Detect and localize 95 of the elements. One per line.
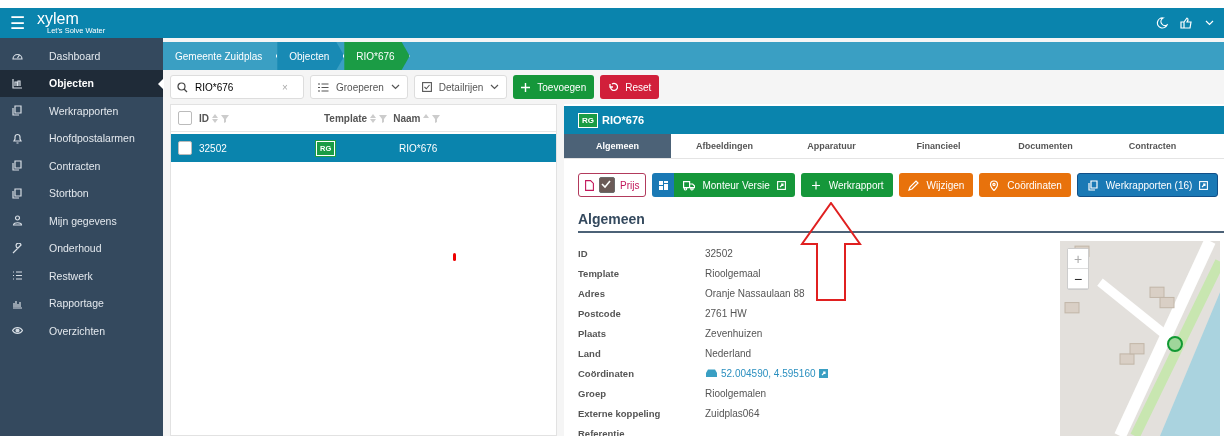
reset-button[interactable]: Reset	[600, 75, 660, 99]
sidebar-item[interactable]: Mijn gegevens	[0, 207, 163, 235]
add-button[interactable]: Toevoegen	[513, 75, 595, 99]
truck-icon	[683, 179, 696, 191]
table-cell: RIO*676	[399, 142, 438, 154]
sidebar-item[interactable]: Objecten	[0, 69, 163, 97]
moon-icon[interactable]	[1156, 17, 1168, 29]
grid-icon	[658, 180, 668, 190]
field-value: Nederland	[705, 347, 752, 359]
grid-button[interactable]	[652, 173, 675, 197]
search-field[interactable]: RIO*676 ×	[170, 75, 304, 99]
copy-icon	[12, 105, 23, 117]
checkbox[interactable]	[178, 111, 192, 125]
field-value: Rioolgemalen	[705, 387, 767, 399]
tab[interactable]: Afbeeldingen	[671, 134, 778, 158]
section-title: Algemeen	[578, 211, 1224, 233]
sidebar-item[interactable]: Onderhoud	[0, 234, 163, 262]
field-label: Externe koppeling	[578, 407, 662, 419]
menu-icon[interactable]: ☰	[10, 14, 25, 32]
list-icon	[318, 82, 329, 92]
action-button[interactable]: Werkrapport	[800, 173, 893, 197]
checkbox	[599, 177, 615, 193]
plus-icon	[521, 82, 531, 92]
sidebar-item[interactable]: Overzichten	[0, 317, 163, 345]
pin-mark	[453, 253, 456, 261]
price-toggle[interactable]: Prijs	[578, 173, 647, 197]
pencil-icon	[907, 179, 920, 191]
column-header[interactable]: Template	[324, 112, 368, 124]
checkbox[interactable]	[178, 141, 192, 155]
wrench-icon	[12, 242, 23, 254]
field-label: Groep	[578, 387, 607, 399]
field-value: Rioolgemaal	[705, 267, 761, 279]
car-icon	[705, 368, 718, 378]
column-header[interactable]: ID	[199, 112, 209, 124]
detail-title: RIO*676	[602, 114, 645, 126]
group-dropdown[interactable]: Groeperen	[310, 75, 408, 99]
sidebar-item[interactable]: Rapportage	[0, 289, 163, 317]
user-icon	[12, 215, 23, 227]
checkbox-icon	[421, 82, 432, 92]
sort-filter-icon[interactable]	[423, 113, 442, 123]
field-label: ID	[578, 247, 589, 259]
tab[interactable]: Documenten	[992, 134, 1099, 158]
search-icon	[177, 81, 188, 93]
sidebar-item[interactable]: Hoofdpostalarmen	[0, 124, 163, 152]
field-label: Coördinaten	[578, 367, 635, 379]
tab[interactable]: Algemeen	[564, 134, 671, 158]
table-cell-text: 32502	[199, 142, 228, 154]
field-label: Plaats	[578, 327, 607, 339]
copy-icon	[12, 160, 23, 172]
field-value: Zuidplas064	[705, 407, 760, 419]
tab[interactable]: Financieel	[885, 134, 992, 158]
column-header[interactable]: Naam	[393, 112, 421, 124]
copy-icon	[1086, 179, 1099, 191]
sort-filter-icon[interactable]	[370, 113, 389, 123]
breadcrumb-item[interactable]: RIO*676	[344, 42, 410, 70]
field-label: Postcode	[578, 307, 622, 319]
map-pin-icon	[988, 179, 1001, 191]
tab[interactable]: Apparatuur	[778, 134, 885, 158]
action-button[interactable]: Monteur Versie	[674, 173, 795, 197]
chevron-down-icon[interactable]	[1205, 20, 1214, 26]
sidebar-item[interactable]: Stortbon	[0, 179, 163, 207]
sort-filter-icon[interactable]	[212, 113, 230, 123]
field-label: Referentie	[578, 427, 626, 436]
action-button[interactable]: Werkrapporten (16)	[1076, 173, 1219, 197]
plus-icon	[809, 179, 822, 191]
thumbs-up-icon[interactable]	[1180, 17, 1193, 29]
sidebar-item[interactable]: Restwerk	[0, 262, 163, 290]
template-badge: RG	[578, 112, 598, 128]
field-label: Land	[578, 347, 602, 359]
chevron-down-icon	[490, 84, 500, 90]
external-link-icon	[776, 180, 786, 190]
undo-icon	[608, 82, 619, 92]
field-value: 2761 HW	[705, 307, 747, 319]
field-label: Template	[578, 267, 620, 279]
field-value: 32502	[705, 247, 733, 259]
tab[interactable]: Contracten	[1099, 134, 1206, 158]
copy-icon	[12, 187, 23, 199]
field-value: Zevenhuizen	[705, 327, 763, 339]
detail-rows-dropdown[interactable]: Detailrijen	[413, 75, 508, 99]
pdf-file-icon	[585, 179, 594, 191]
list-icon	[12, 270, 23, 282]
chart-icon	[12, 77, 23, 89]
chevron-down-icon	[390, 84, 400, 90]
breadcrumb-item[interactable]: Objecten	[277, 42, 345, 70]
external-link-icon	[818, 368, 828, 378]
eye-icon	[12, 325, 23, 337]
sidebar-item[interactable]: Contracten	[0, 152, 163, 180]
external-link-icon	[1199, 180, 1209, 190]
sidebar-item[interactable]: Dashboard	[0, 42, 163, 70]
field-value: Oranje Nassaulaan 88	[705, 287, 805, 299]
field-label: Adres	[578, 287, 606, 299]
bell-icon	[12, 132, 23, 144]
sidebar-item[interactable]: Werkrapporten	[0, 97, 163, 125]
coordinates-link[interactable]: 52.004590, 4.595160	[705, 367, 828, 379]
logo-text: xylem	[37, 11, 80, 28]
